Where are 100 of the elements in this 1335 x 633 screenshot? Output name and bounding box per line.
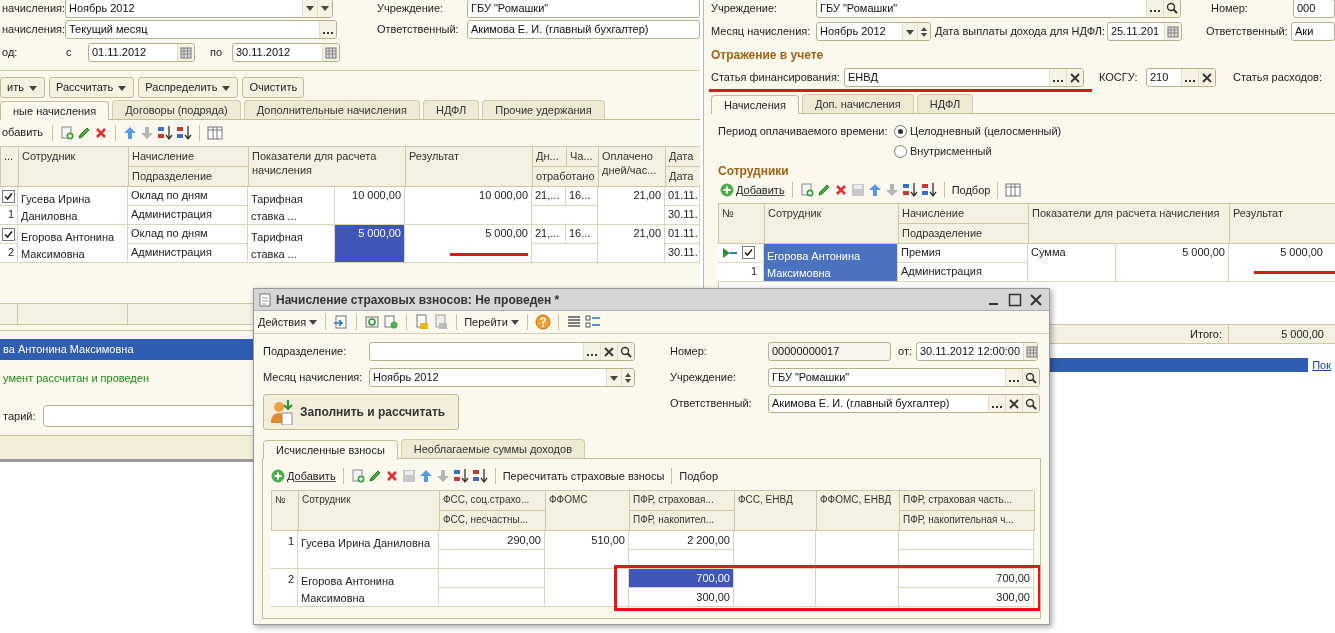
toolbar-button[interactable]: Распределить <box>138 77 239 98</box>
radio-button[interactable] <box>894 124 907 138</box>
pencil-icon[interactable] <box>816 183 831 198</box>
link[interactable]: Пок <box>1308 356 1335 374</box>
toolbar-button[interactable]: Очистить <box>242 77 305 98</box>
add-document-icon[interactable] <box>350 469 365 483</box>
add-button[interactable]: Добавить <box>271 467 336 485</box>
tab[interactable]: НДФЛ <box>422 100 480 119</box>
column-header[interactable]: № <box>272 491 299 531</box>
clear-icon[interactable] <box>603 345 615 358</box>
pencil-icon[interactable] <box>77 125 92 140</box>
input-field[interactable]: Текущий месяц <box>65 20 337 39</box>
pencil-icon[interactable] <box>367 469 382 483</box>
copy-icon[interactable] <box>383 314 400 330</box>
column-header[interactable]: ... <box>1 147 19 188</box>
list-icon[interactable] <box>565 314 582 330</box>
input-field[interactable]: Ноябрь 2012 <box>369 368 635 387</box>
column-header[interactable]: Дата <box>666 167 700 188</box>
column-header[interactable]: отработано <box>533 167 599 188</box>
input-field[interactable]: ГБУ "Ромашки" <box>467 0 700 18</box>
column-header[interactable]: Подразделение <box>129 167 249 188</box>
column-header[interactable]: ФСС, ЕНВД <box>735 491 817 531</box>
sort-icon[interactable] <box>157 124 174 141</box>
clear-icon[interactable] <box>1201 71 1213 84</box>
radio-button[interactable] <box>894 144 907 158</box>
input-field[interactable]: 30.11.2012 12:00:00 <box>916 342 1038 361</box>
search-icon[interactable] <box>1025 371 1037 384</box>
checklist-icon[interactable] <box>584 314 601 330</box>
search-icon[interactable] <box>1166 2 1178 14</box>
input-field[interactable]: ГБУ "Ромашки" <box>816 0 1181 18</box>
column-header[interactable]: Результат <box>406 147 533 188</box>
delete-icon[interactable] <box>94 125 109 140</box>
sort-icon[interactable] <box>901 182 918 199</box>
input-field[interactable]: 210 <box>1146 68 1216 87</box>
sort-icon[interactable] <box>920 182 937 199</box>
caret-icon[interactable] <box>308 317 319 327</box>
checkbox[interactable] <box>2 189 15 203</box>
recalculate-button[interactable]: Пересчитать страховые взносы <box>502 467 665 485</box>
column-header[interactable]: ФСС, несчастны... <box>440 511 546 531</box>
pick-button[interactable]: Подбор <box>951 182 991 199</box>
import-icon[interactable] <box>333 314 350 330</box>
search-icon[interactable] <box>620 345 632 358</box>
maximize-icon[interactable] <box>1007 292 1023 307</box>
column-header[interactable]: ФФОМС, ЕНВД <box>817 491 900 531</box>
add-button[interactable]: обавить <box>0 124 46 141</box>
input-field[interactable]: 000 <box>1293 0 1335 18</box>
input-field[interactable]: 25.11.201 <box>1107 22 1182 41</box>
fill-button[interactable]: Заполнить и рассчитать <box>263 394 459 430</box>
column-header[interactable]: ПФР, накопительная ч... <box>900 511 1035 531</box>
sort-icon[interactable] <box>452 468 469 484</box>
clear-icon[interactable] <box>1069 71 1081 84</box>
column-header[interactable]: Дата <box>666 147 700 168</box>
calendar-icon[interactable] <box>1167 25 1179 38</box>
arrow-up-icon[interactable] <box>867 183 882 198</box>
column-header[interactable]: ПФР, страховая часть... <box>900 491 1035 511</box>
tab[interactable]: НДФЛ <box>916 94 974 113</box>
column-header[interactable]: Показатели для расчета начисления <box>249 147 406 188</box>
table-icon[interactable] <box>1005 183 1022 198</box>
tab[interactable]: Исчисленные взносы <box>263 440 398 459</box>
toolbar-button[interactable]: Рассчитать <box>48 77 135 98</box>
checkbox[interactable] <box>742 246 755 259</box>
column-header[interactable]: Сотрудник <box>765 203 899 244</box>
input-field[interactable]: Аки <box>1291 22 1335 41</box>
pick-button[interactable]: Подбор <box>679 467 719 485</box>
tab[interactable]: Договоры (подряда) <box>112 100 241 119</box>
tab[interactable]: Начисления <box>711 95 799 114</box>
calendar-icon[interactable] <box>1026 345 1037 358</box>
search-icon[interactable] <box>1025 397 1037 410</box>
arrow-up-icon[interactable] <box>123 125 138 140</box>
column-header[interactable]: ПФР, страховая... <box>630 491 735 511</box>
close-icon[interactable] <box>1028 292 1044 307</box>
checkbox[interactable] <box>2 227 15 241</box>
column-header[interactable]: Подразделение <box>899 223 1029 244</box>
add-button[interactable]: Добавить <box>720 182 785 199</box>
calendar-icon[interactable] <box>325 46 337 59</box>
tab[interactable]: Прочие удержания <box>482 100 605 119</box>
column-header[interactable]: Показатели для расчета начисления <box>1029 203 1230 244</box>
input-field[interactable]: ГБУ "Ромашки" <box>768 368 1040 387</box>
input-field[interactable]: 01.11.2012 <box>88 43 195 62</box>
column-header[interactable]: Оплачено дней/час... <box>599 147 666 188</box>
toolbar-button[interactable]: ить <box>0 77 45 98</box>
input-field[interactable]: Ноябрь 2012 <box>65 0 333 18</box>
calendar-icon[interactable] <box>180 46 192 59</box>
tab[interactable]: ные начисления <box>0 101 110 120</box>
column-header[interactable]: Результат <box>1230 203 1335 244</box>
goto-menu[interactable]: Перейти <box>464 313 520 331</box>
input-field[interactable]: 30.11.2012 <box>232 43 340 62</box>
input-field[interactable]: 00000000017 <box>768 342 891 361</box>
tab[interactable]: Необлагаемые суммы доходов <box>400 439 585 458</box>
add-document-icon[interactable] <box>60 125 75 140</box>
tab[interactable]: Дополнительные начисления <box>243 100 420 119</box>
caret-icon[interactable] <box>509 317 520 327</box>
column-header[interactable]: Сотрудник <box>19 147 129 188</box>
input-field[interactable]: Ноябрь 2012 <box>816 22 931 41</box>
help-icon[interactable] <box>534 314 551 330</box>
column-header[interactable]: Ча... <box>567 147 599 168</box>
sort-icon[interactable] <box>176 124 193 141</box>
arrow-up-icon[interactable] <box>418 469 433 483</box>
input-field[interactable]: Акимова Е. И. (главный бухгалтер) <box>467 20 700 39</box>
column-header[interactable]: ПФР, накопител... <box>630 511 735 531</box>
